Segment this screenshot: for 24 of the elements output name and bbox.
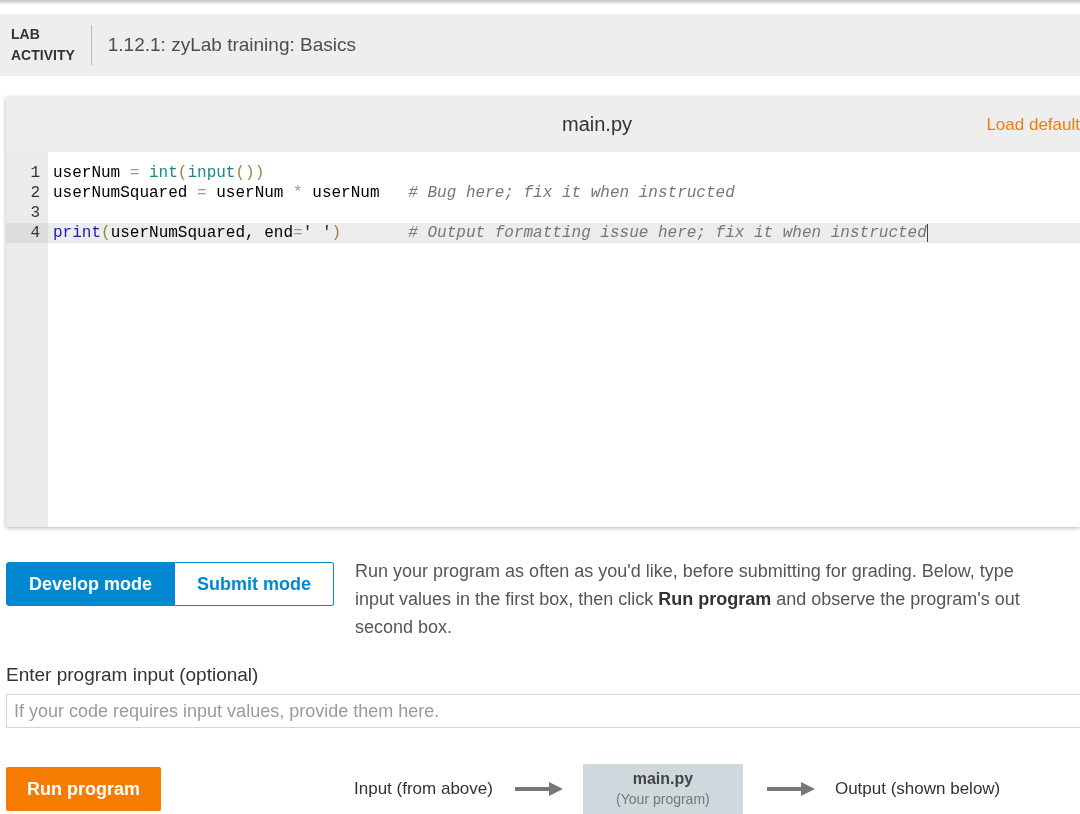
file-name: main.py [562, 113, 632, 136]
code-line: userNum = int(input()) [53, 163, 265, 183]
input-label: Enter program input (optional) [6, 663, 259, 687]
code-line: print(userNumSquared, end=' ') # Output formatting issue here; fix it when instructed [53, 223, 927, 243]
output-label: Output (shown below) [834, 779, 1001, 799]
program-input-field[interactable]: If your code requires input values, provide them here. [6, 694, 1080, 728]
line-number: 4 [6, 223, 48, 243]
program-name: main.py [632, 769, 694, 789]
load-default-link[interactable]: Load default [986, 114, 1080, 135]
run-program-button[interactable]: Run program [6, 767, 161, 811]
mode-tab[interactable]: Develop mode [6, 562, 176, 606]
input-source-label: Input (from above) [354, 779, 493, 799]
instructions-text: Run your program as often as you'd like, before submitting for grading. Below, type input values in the first box, then click Run program and observe the program's out second box. [355, 560, 1020, 639]
activity-title: 1.12.1: zyLab training: Basics [107, 34, 356, 56]
line-number: 2 [29, 183, 41, 203]
program-caption: (Your program) [616, 790, 710, 809]
arrow-icon [514, 782, 563, 796]
mode-tab[interactable]: Submit mode [175, 562, 335, 606]
line-number: 3 [29, 203, 41, 223]
activity-label: LAB ACTIVITY [11, 25, 75, 65]
text-cursor [926, 224, 928, 242]
arrow-icon [766, 782, 815, 796]
code-line: userNumSquared = userNum * userNum # Bug here; fix it when instructed [53, 183, 735, 203]
line-number: 1 [29, 163, 41, 183]
